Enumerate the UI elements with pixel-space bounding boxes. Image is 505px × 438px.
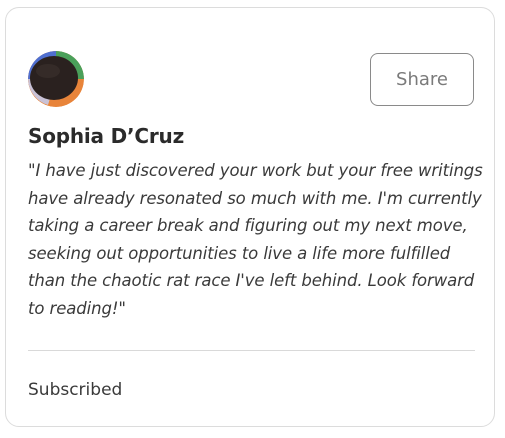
share-button[interactable]: Share [370, 53, 474, 106]
author-name: Sophia D’Cruz [28, 124, 185, 148]
testimonial-card: Share Sophia D’Cruz "I have just discove… [5, 7, 495, 427]
user-avatar-icon [28, 51, 84, 107]
testimonial-quote: "I have just discovered your work but yo… [28, 161, 483, 318]
subscription-status: Subscribed [28, 380, 123, 400]
avatar-image [28, 51, 84, 107]
divider [28, 350, 475, 351]
